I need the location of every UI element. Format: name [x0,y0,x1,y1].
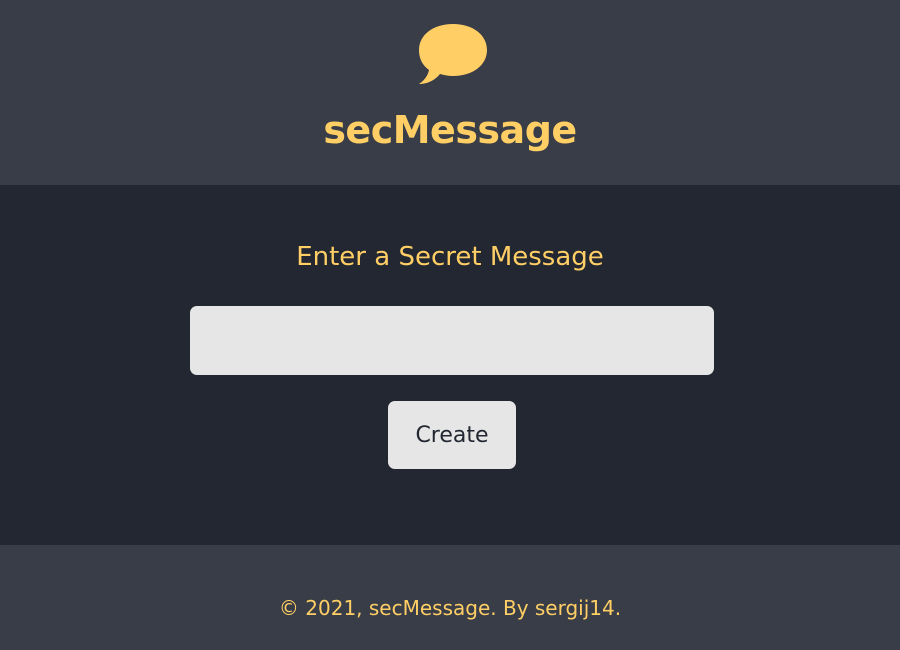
main-content: Enter a Secret Message Create [0,185,900,545]
footer: © 2021, secMessage. By sergij14. [0,545,900,650]
header: secMessage [0,0,900,185]
speech-bubble-icon [419,24,487,84]
prompt-label: Enter a Secret Message [296,242,604,272]
footer-copyright: © 2021, secMessage. By sergij14. [278,596,622,620]
create-button[interactable]: Create [388,401,516,469]
app-title: secMessage [323,108,577,152]
secret-message-input[interactable] [190,306,714,375]
